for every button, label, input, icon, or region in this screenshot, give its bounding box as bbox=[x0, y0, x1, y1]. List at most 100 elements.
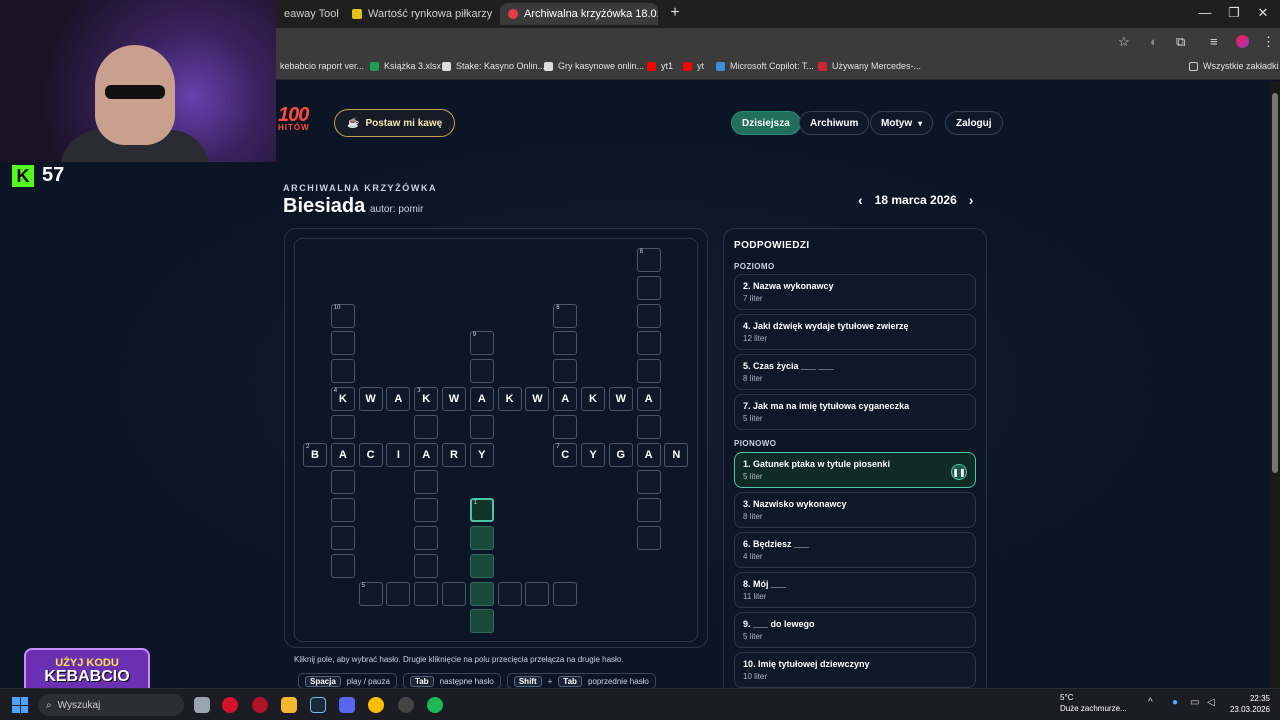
crossword-cell[interactable]: 2B bbox=[303, 442, 327, 467]
crossword-cell[interactable]: A bbox=[553, 387, 578, 411]
crossword-cell[interactable]: 5 bbox=[358, 581, 383, 606]
crossword-cell[interactable] bbox=[497, 581, 522, 606]
crossword-cell[interactable] bbox=[553, 331, 578, 356]
crossword-cell[interactable]: 7C bbox=[553, 442, 578, 467]
crossword-cell[interactable] bbox=[469, 581, 494, 606]
crossword-cell[interactable]: Y bbox=[469, 442, 494, 467]
opera-gx-icon[interactable] bbox=[252, 697, 268, 713]
crossword-cell[interactable] bbox=[330, 470, 355, 495]
nav-today-button[interactable]: Dzisiejsza bbox=[731, 111, 801, 135]
crossword-cell[interactable]: N bbox=[664, 442, 689, 467]
crossword-cell[interactable]: W bbox=[525, 387, 550, 411]
crossword-cell[interactable] bbox=[469, 526, 494, 550]
crossword-cell[interactable] bbox=[636, 303, 661, 328]
task-view-icon[interactable] bbox=[194, 697, 210, 713]
crossword-cell[interactable]: K bbox=[581, 387, 605, 411]
bookmark-item[interactable]: Gry kasynowe onlin... bbox=[544, 61, 644, 71]
bookmark-item[interactable]: yt bbox=[683, 61, 704, 71]
crossword-cell[interactable]: 10 bbox=[330, 303, 355, 328]
crossword-cell[interactable]: W bbox=[358, 387, 383, 411]
buy-coffee-button[interactable]: ☕ Postaw mi kawę bbox=[334, 109, 456, 137]
clue-card[interactable]: 7. Jak ma na imię tytułowa cyganeczka 5 l… bbox=[734, 394, 976, 430]
discord-icon[interactable] bbox=[339, 697, 355, 713]
crossword-cell[interactable] bbox=[553, 414, 578, 439]
bookmark-item[interactable]: yt1 bbox=[647, 61, 673, 71]
clue-card[interactable]: 10. Imię tytułowej dziewczyny 10 liter bbox=[734, 652, 976, 688]
clue-card[interactable]: 6. Będziesz ___ 4 liter bbox=[734, 532, 976, 568]
spotify-icon[interactable] bbox=[427, 697, 443, 713]
browser-tab[interactable]: eaway Tool bbox=[276, 3, 340, 25]
close-window-icon[interactable]: ✕ bbox=[1248, 5, 1278, 21]
new-tab-button[interactable]: + bbox=[660, 4, 690, 22]
crossword-cell[interactable] bbox=[330, 331, 355, 356]
clue-card[interactable]: 5. Czas życia ___ ___ 8 liter bbox=[734, 354, 976, 390]
crossword-cell[interactable] bbox=[414, 414, 439, 439]
extension-icon[interactable]: ◐ bbox=[1150, 34, 1158, 49]
crossword-cell[interactable]: A bbox=[414, 442, 439, 467]
crossword-cell[interactable]: 4K bbox=[330, 387, 355, 411]
crossword-cell[interactable] bbox=[525, 581, 550, 606]
crossword-cell[interactable] bbox=[414, 498, 439, 523]
crossword-cell[interactable]: K bbox=[497, 387, 522, 411]
bookmark-item[interactable]: Używany Mercedes-... bbox=[818, 61, 921, 71]
crossword-cell[interactable] bbox=[414, 581, 439, 606]
menu-kebab-icon[interactable]: ⋮ bbox=[1262, 34, 1275, 50]
crossword-cell[interactable] bbox=[386, 581, 411, 606]
crossword-cell[interactable]: A bbox=[636, 387, 661, 411]
profile-avatar[interactable] bbox=[1236, 35, 1249, 48]
chrome-icon[interactable] bbox=[368, 697, 384, 713]
crossword-cell[interactable] bbox=[330, 414, 355, 439]
minimize-icon[interactable]: — bbox=[1190, 5, 1220, 20]
nav-theme-dropdown[interactable]: Motyw ▾ bbox=[870, 111, 934, 135]
crossword-cell-active[interactable]: 1 bbox=[469, 498, 494, 523]
crossword-cell[interactable] bbox=[636, 414, 661, 439]
crossword-cell[interactable]: 3K bbox=[414, 387, 439, 411]
taskbar-search[interactable]: ⌕ Wyszukaj bbox=[38, 694, 184, 716]
crossword-cell[interactable] bbox=[414, 470, 439, 495]
crossword-cell[interactable] bbox=[636, 331, 661, 356]
crossword-cell[interactable] bbox=[469, 359, 494, 384]
obs-icon[interactable] bbox=[398, 697, 414, 713]
opera-icon[interactable] bbox=[222, 697, 238, 713]
crossword-cell[interactable] bbox=[330, 553, 355, 578]
crossword-cell[interactable]: 8 bbox=[636, 248, 661, 272]
crossword-cell[interactable]: A bbox=[386, 387, 411, 411]
crossword-cell[interactable] bbox=[553, 359, 578, 384]
bookmark-item[interactable]: Microsoft Copilot: T... bbox=[716, 61, 814, 71]
crossword-cell[interactable]: A bbox=[330, 442, 355, 467]
crossword-cell[interactable] bbox=[636, 470, 661, 495]
site-logo[interactable]: 100 HITÓW bbox=[278, 104, 310, 132]
nav-login-button[interactable]: Zaloguj bbox=[945, 111, 1003, 135]
bookmark-item[interactable]: Stake: Kasyno Onlin... bbox=[442, 61, 545, 71]
crossword-cell[interactable] bbox=[553, 581, 578, 606]
crossword-cell[interactable] bbox=[636, 498, 661, 523]
crossword-cell[interactable]: W bbox=[608, 387, 633, 411]
bookmark-item[interactable]: kebabcio raport ver... bbox=[280, 61, 364, 71]
crossword-cell[interactable]: Y bbox=[581, 442, 605, 467]
crossword-cell[interactable] bbox=[414, 553, 439, 578]
microphone-icon[interactable]: ● bbox=[1172, 697, 1178, 708]
page-scrollbar[interactable] bbox=[1270, 81, 1280, 688]
crossword-cell[interactable]: C bbox=[358, 442, 383, 467]
file-explorer-icon[interactable] bbox=[281, 697, 297, 713]
pause-icon[interactable]: ❚❚ bbox=[951, 464, 967, 480]
clue-card[interactable]: 2. Nazwa wykonawcy 7 liter bbox=[734, 274, 976, 310]
weather-widget[interactable]: 5°C Duże zachmurze... bbox=[1040, 692, 1127, 714]
network-icon[interactable]: ▭ bbox=[1190, 697, 1199, 708]
crossword-cell[interactable] bbox=[636, 526, 661, 550]
bookmark-item[interactable]: Książka 3.xlsx bbox=[370, 61, 441, 71]
bookmark-star-icon[interactable]: ☆ bbox=[1118, 34, 1130, 50]
crossword-cell[interactable]: I bbox=[386, 442, 411, 467]
clue-card[interactable]: 8. Mój ___ 11 liter bbox=[734, 572, 976, 608]
clue-card[interactable]: 4. Jaki dźwięk wydaje tytułowe zwierzę 12… bbox=[734, 314, 976, 350]
windows-start-icon[interactable] bbox=[12, 697, 28, 713]
nav-archive-button[interactable]: Archiwum bbox=[799, 111, 870, 135]
crossword-cell[interactable] bbox=[330, 526, 355, 550]
crossword-cell[interactable]: R bbox=[442, 442, 466, 467]
prev-date-icon[interactable]: ‹ bbox=[858, 192, 863, 208]
crossword-cell[interactable] bbox=[636, 359, 661, 384]
crossword-cell[interactable]: G bbox=[608, 442, 633, 467]
taskbar-clock[interactable]: 22:35 23.03.2026 bbox=[1226, 693, 1270, 715]
crossword-cell[interactable] bbox=[469, 553, 494, 578]
crossword-cell[interactable] bbox=[442, 581, 466, 606]
